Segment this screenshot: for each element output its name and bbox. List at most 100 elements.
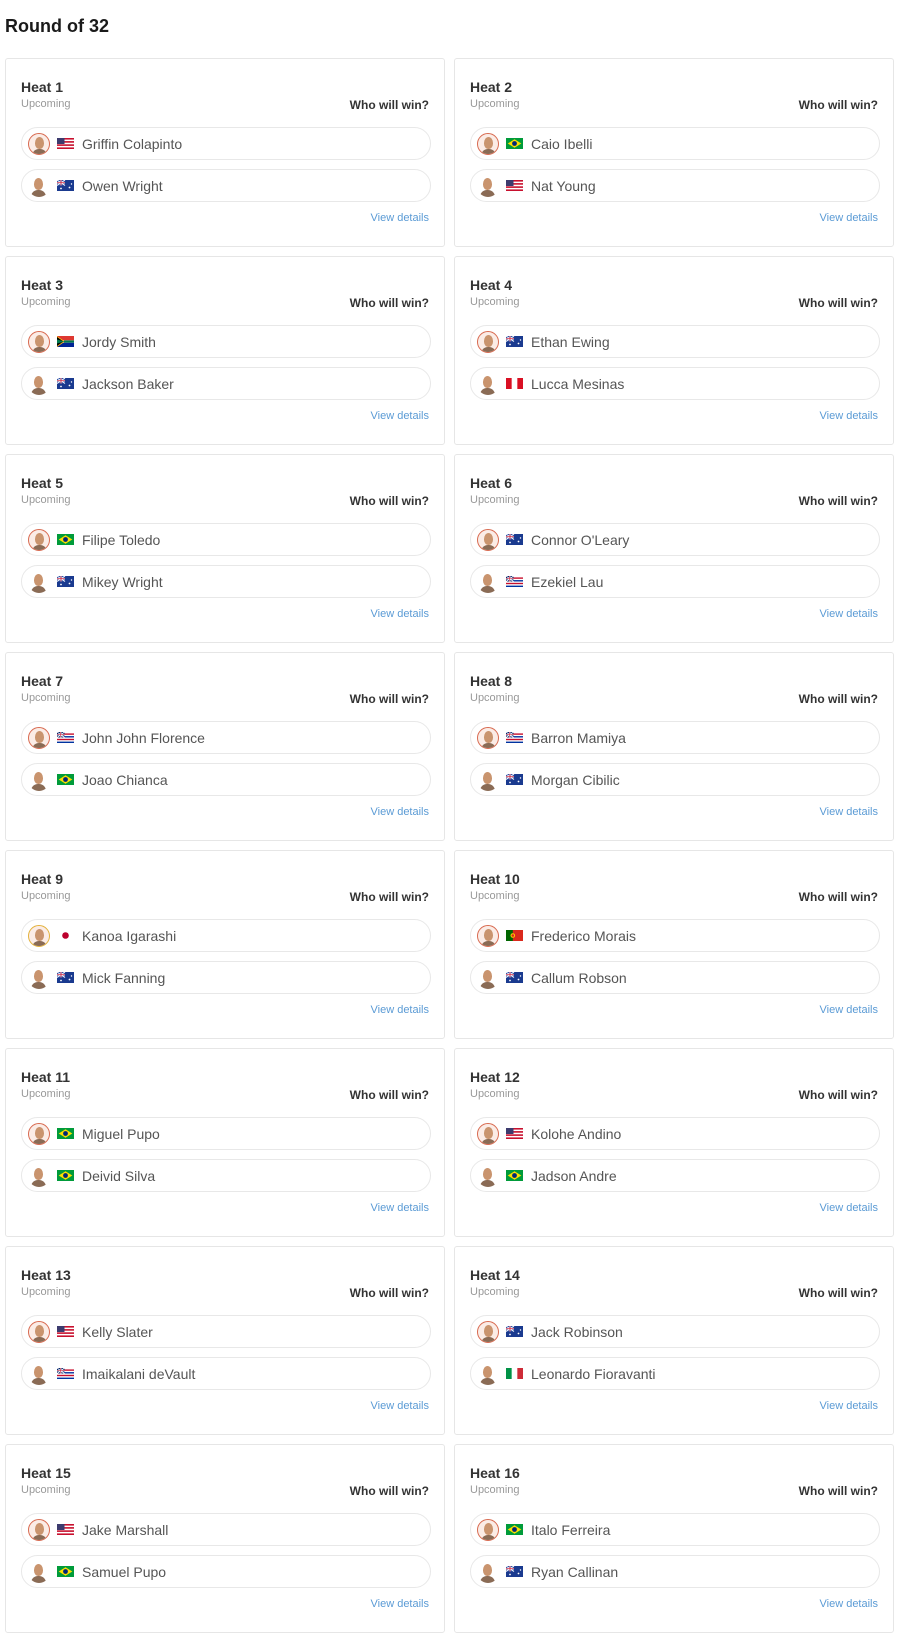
surfer-pick-button[interactable]: Jordy Smith <box>21 325 431 358</box>
view-details-link[interactable]: View details <box>820 1400 879 1412</box>
flag-prt-icon <box>506 930 523 941</box>
surfer-pick-button[interactable]: Ryan Callinan <box>470 1555 880 1588</box>
flag-bra-icon <box>57 1566 74 1577</box>
view-details-link[interactable]: View details <box>371 806 430 818</box>
heat-card-8: Heat 8 Upcoming Who will win? Barron Mam… <box>454 652 894 841</box>
heat-card-16: Heat 16 Upcoming Who will win? Italo Fer… <box>454 1444 894 1633</box>
surfer-pick-button[interactable]: John John Florence <box>21 721 431 754</box>
surfer-pick-button[interactable]: Deivid Silva <box>21 1159 431 1192</box>
view-details-link[interactable]: View details <box>820 1202 879 1214</box>
heat-card-7: Heat 7 Upcoming Who will win? John John … <box>5 652 445 841</box>
view-details-link[interactable]: View details <box>371 1598 430 1610</box>
surfer-pick-button[interactable]: Miguel Pupo <box>21 1117 431 1150</box>
surfer-pick-button[interactable]: Kanoa Igarashi <box>21 919 431 952</box>
who-will-win-label: Who will win? <box>349 494 429 508</box>
surfer-avatar <box>477 1165 499 1187</box>
view-details-link[interactable]: View details <box>371 1202 430 1214</box>
heat-title: Heat 3 <box>21 277 64 293</box>
who-will-win-label: Who will win? <box>349 692 429 706</box>
surfer-avatar <box>477 1363 499 1385</box>
surfer-pick-button[interactable]: Barron Mamiya <box>470 721 880 754</box>
heat-card-9: Heat 9 Upcoming Who will win? Kanoa Igar… <box>5 850 445 1039</box>
view-details-link[interactable]: View details <box>820 806 879 818</box>
heat-status: Upcoming <box>21 296 71 308</box>
heat-title: Heat 5 <box>21 475 64 491</box>
surfer-name: Imaikalani deVault <box>82 1365 196 1382</box>
surfer-pick-button[interactable]: Filipe Toledo <box>21 523 431 556</box>
surfer-pick-button[interactable]: Jack Robinson <box>470 1315 880 1348</box>
view-details-link[interactable]: View details <box>820 1598 879 1610</box>
surfer-pick-button[interactable]: Frederico Morais <box>470 919 880 952</box>
surfer-avatar <box>477 1320 499 1343</box>
surfer-avatar <box>28 1122 50 1145</box>
surfer-pick-button[interactable]: Kelly Slater <box>21 1315 431 1348</box>
surfer-avatar <box>477 373 499 395</box>
surfer-pick-button[interactable]: Callum Robson <box>470 961 880 994</box>
surfer-pick-button[interactable]: Jackson Baker <box>21 367 431 400</box>
who-will-win-label: Who will win? <box>798 1484 878 1498</box>
surfer-pick-button[interactable]: Imaikalani deVault <box>21 1357 431 1390</box>
surfer-pick-button[interactable]: Italo Ferreira <box>470 1513 880 1546</box>
surfer-pick-button[interactable]: Morgan Cibilic <box>470 763 880 796</box>
view-details-link[interactable]: View details <box>820 410 879 422</box>
surfer-pick-button[interactable]: Caio Ibelli <box>470 127 880 160</box>
flag-usa-icon <box>57 1524 74 1535</box>
heat-card-6: Heat 6 Upcoming Who will win? Connor O'L… <box>454 454 894 643</box>
surfer-name: Mikey Wright <box>82 573 163 590</box>
view-details-link[interactable]: View details <box>820 212 879 224</box>
surfer-pick-button[interactable]: Kolohe Andino <box>470 1117 880 1150</box>
view-details-link[interactable]: View details <box>371 608 430 620</box>
surfer-name: Ezekiel Lau <box>531 573 604 590</box>
surfer-pick-button[interactable]: Nat Young <box>470 169 880 202</box>
surfer-avatar <box>477 528 499 551</box>
surfer-pick-button[interactable]: Owen Wright <box>21 169 431 202</box>
heat-title: Heat 14 <box>470 1267 520 1283</box>
view-details-link[interactable]: View details <box>371 1400 430 1412</box>
surfer-pick-button[interactable]: Leonardo Fioravanti <box>470 1357 880 1390</box>
surfer-name: Joao Chianca <box>82 771 168 788</box>
surfer-pick-button[interactable]: Joao Chianca <box>21 763 431 796</box>
surfer-pick-button[interactable]: Lucca Mesinas <box>470 367 880 400</box>
surfer-name: Jadson Andre <box>531 1167 617 1184</box>
surfer-name: Miguel Pupo <box>82 1125 160 1142</box>
view-details-link[interactable]: View details <box>371 1004 430 1016</box>
surfer-name: Caio Ibelli <box>531 135 593 152</box>
heat-status: Upcoming <box>470 890 520 902</box>
surfer-pick-button[interactable]: Ethan Ewing <box>470 325 880 358</box>
flag-aus-icon <box>506 1566 523 1577</box>
heat-card-3: Heat 3 Upcoming Who will win? Jordy Smit… <box>5 256 445 445</box>
surfer-name: Kelly Slater <box>82 1323 153 1340</box>
flag-bra-icon <box>506 138 523 149</box>
heat-status: Upcoming <box>21 692 71 704</box>
surfer-pick-button[interactable]: Samuel Pupo <box>21 1555 431 1588</box>
flag-bra-icon <box>506 1524 523 1535</box>
surfer-pick-button[interactable]: Ezekiel Lau <box>470 565 880 598</box>
surfer-avatar <box>28 769 50 791</box>
flag-aus-icon <box>57 972 74 983</box>
view-details-link[interactable]: View details <box>820 608 879 620</box>
view-details-link[interactable]: View details <box>820 1004 879 1016</box>
view-details-link[interactable]: View details <box>371 212 430 224</box>
surfer-pick-button[interactable]: Connor O'Leary <box>470 523 880 556</box>
surfer-avatar <box>477 1518 499 1541</box>
flag-aus-icon <box>57 378 74 389</box>
surfer-pick-button[interactable]: Mick Fanning <box>21 961 431 994</box>
flag-aus-icon <box>506 1326 523 1337</box>
heat-card-1: Heat 1 Upcoming Who will win? Griffin Co… <box>5 58 445 247</box>
heat-status: Upcoming <box>21 890 71 902</box>
surfer-name: Ethan Ewing <box>531 333 610 350</box>
surfer-avatar <box>28 726 50 749</box>
flag-aus-icon <box>57 180 74 191</box>
surfer-avatar <box>477 769 499 791</box>
surfer-name: Kolohe Andino <box>531 1125 622 1142</box>
surfer-pick-button[interactable]: Mikey Wright <box>21 565 431 598</box>
surfer-pick-button[interactable]: Griffin Colapinto <box>21 127 431 160</box>
surfer-name: Callum Robson <box>531 969 627 986</box>
heat-status: Upcoming <box>470 296 520 308</box>
who-will-win-label: Who will win? <box>349 1088 429 1102</box>
surfer-name: Frederico Morais <box>531 927 637 944</box>
surfer-pick-button[interactable]: Jake Marshall <box>21 1513 431 1546</box>
view-details-link[interactable]: View details <box>371 410 430 422</box>
surfer-pick-button[interactable]: Jadson Andre <box>470 1159 880 1192</box>
heat-title: Heat 9 <box>21 871 64 887</box>
